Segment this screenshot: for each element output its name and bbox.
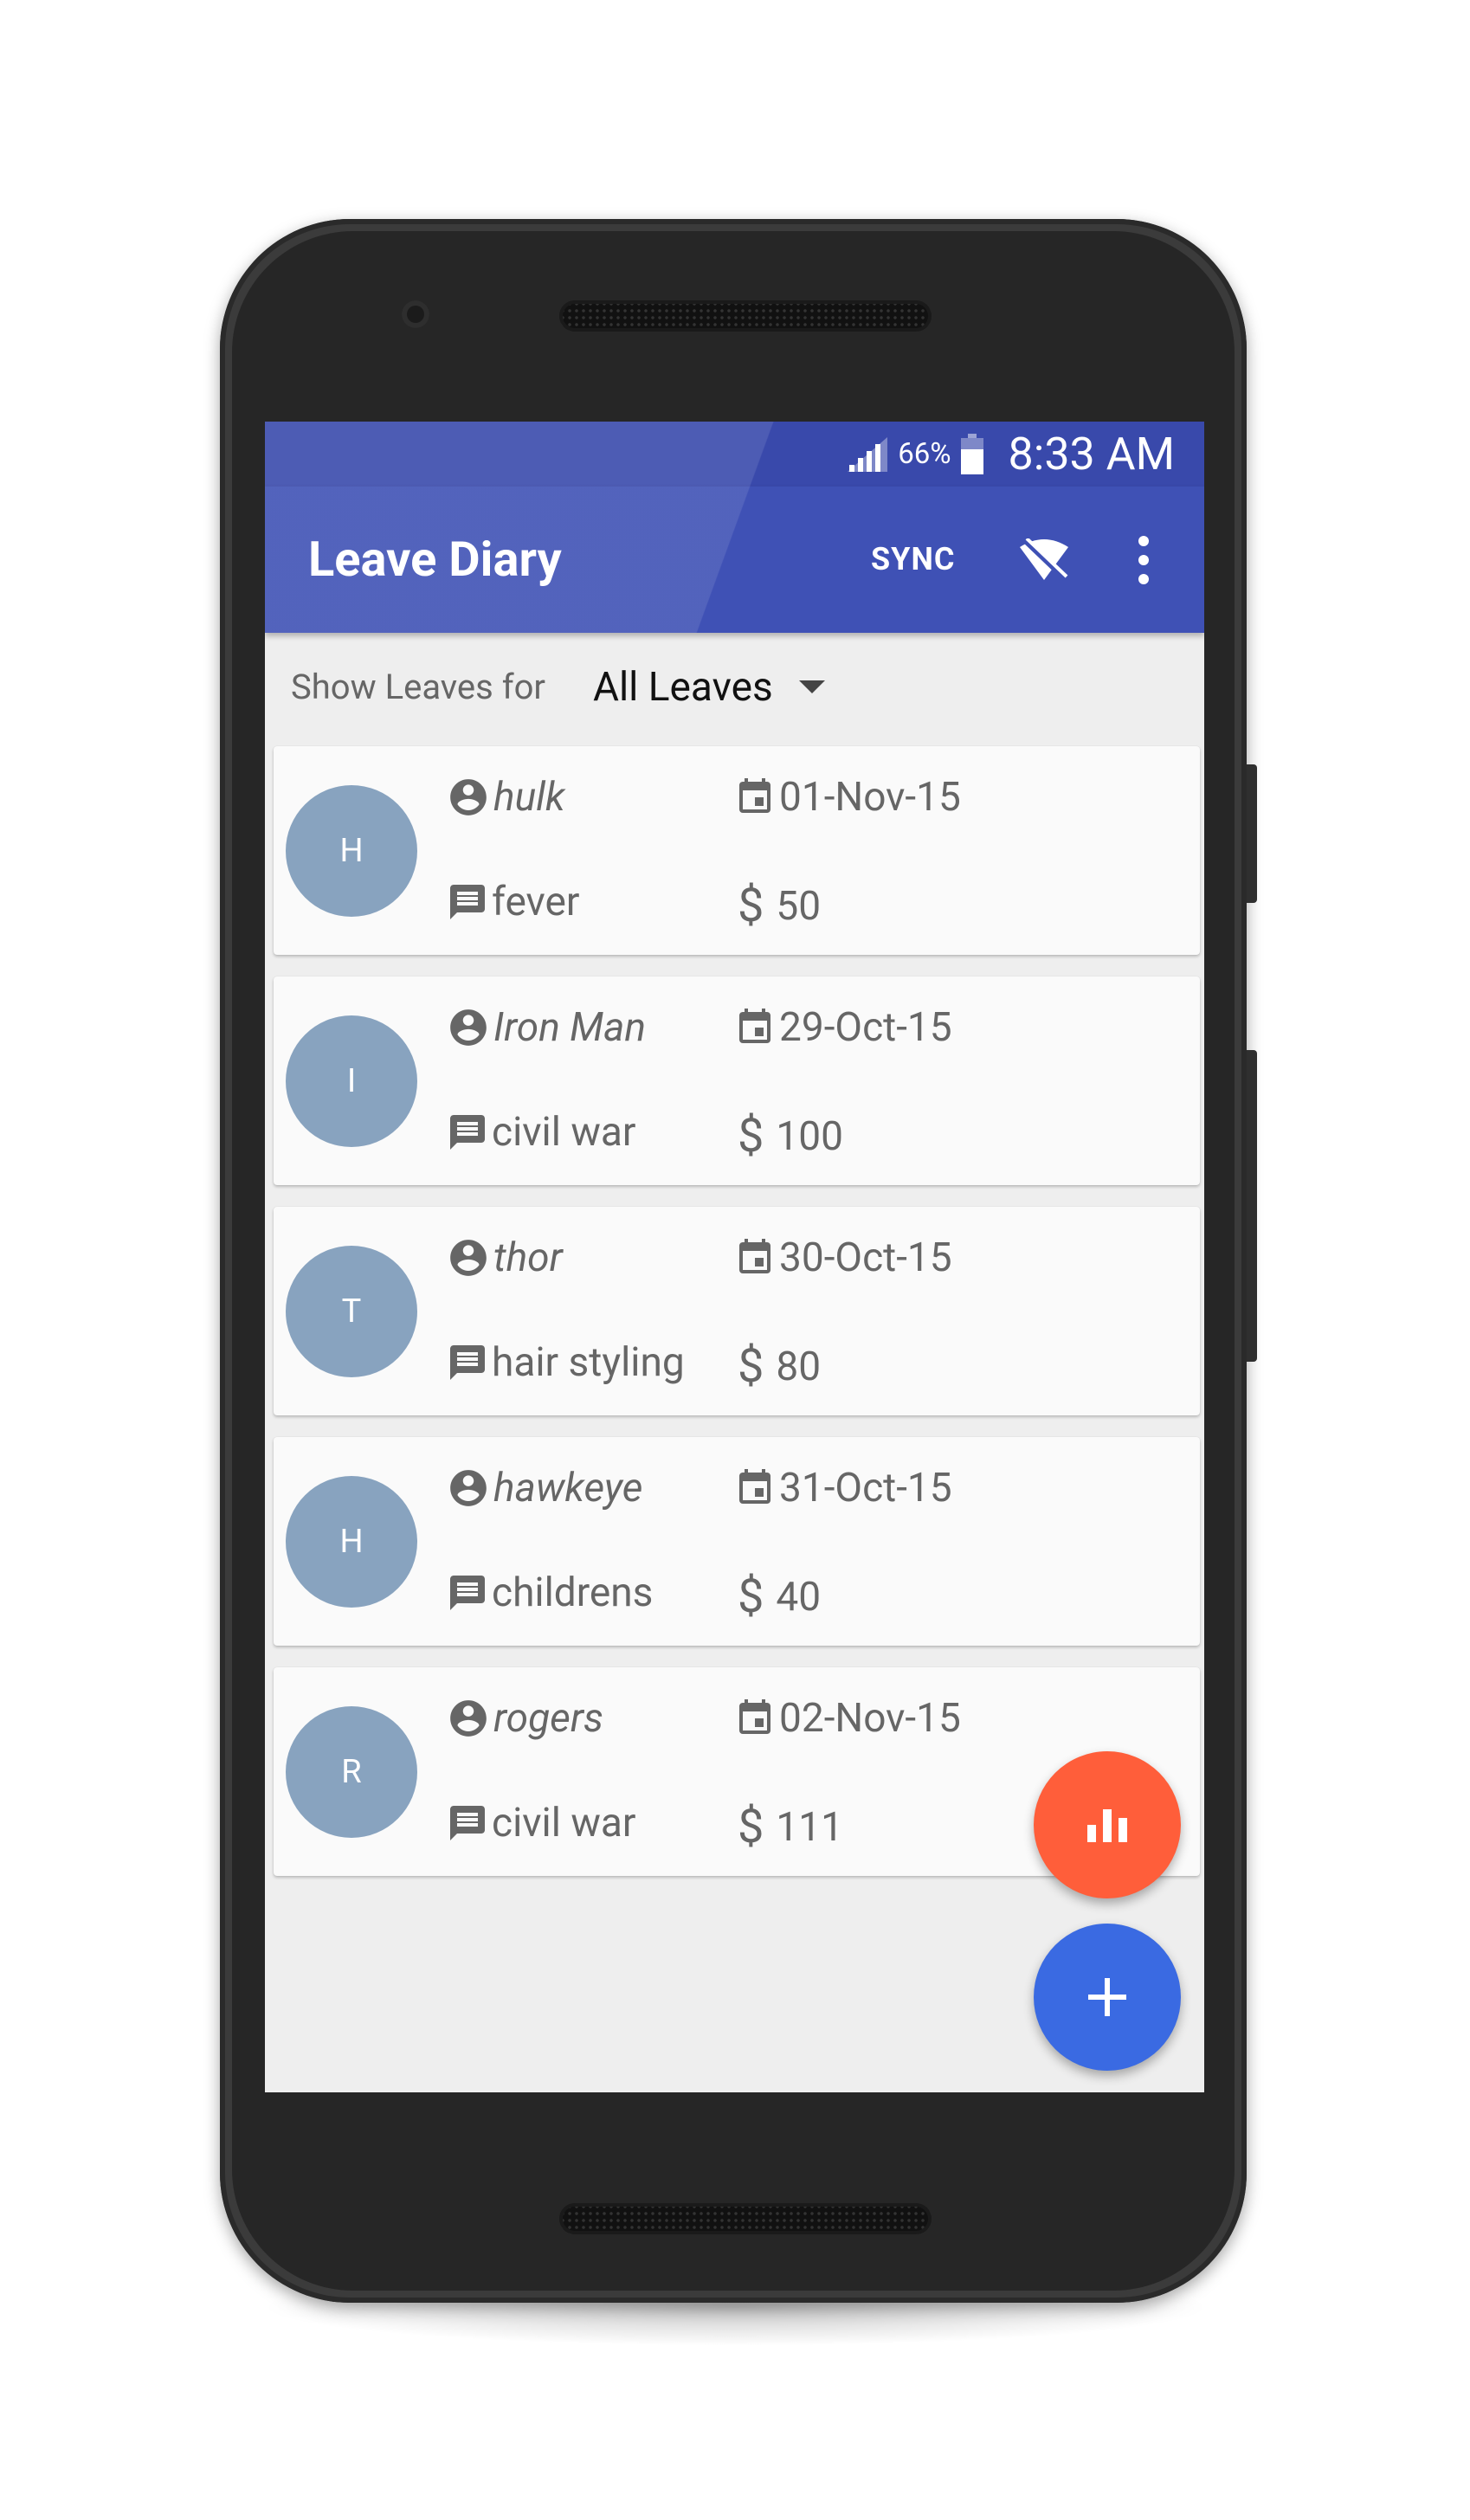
message-icon [450,1345,485,1380]
sync-button[interactable]: SYNC [871,487,955,633]
avatar: I [286,1015,417,1147]
account-circle-icon [450,1009,487,1046]
leave-reason: hair styling [447,1339,685,1386]
employee-name: rogers [493,1695,603,1742]
leave-card[interactable]: Hhawkeye 31-Oct-15 childrens $40 [274,1437,1200,1646]
bottom-speaker-grille [559,2203,932,2234]
volume-rocker [1247,1050,1257,1362]
filter-selected-value: All Leaves [592,663,773,711]
leave-reason-text: civil war [492,1109,636,1156]
employee-name: thor [493,1234,563,1281]
bar-chart-icon [1087,1809,1127,1842]
add-leave-fab[interactable] [1034,1924,1181,2071]
employee-name: hulk [493,774,565,821]
leave-date-text: 31-Oct-15 [779,1465,952,1511]
leave-employee: hulk [447,774,565,821]
leave-amount-text: 80 [776,1343,822,1390]
currency-symbol: $ [738,879,764,933]
battery-percentage: 66% [898,437,951,471]
status-bar: 66% 8:33 AM [265,422,1204,487]
leave-amount: $40 [734,1569,821,1624]
leave-reason: civil war [447,1109,636,1156]
leave-amount-text: 100 [776,1112,843,1160]
message-icon [450,1806,485,1840]
leave-reason-text: civil war [492,1800,636,1846]
calendar-icon [739,1699,770,1734]
leave-reason-text: childrens [492,1569,654,1616]
leave-date: 01-Nov-15 [734,774,961,821]
leave-date: 02-Nov-15 [734,1695,961,1742]
signal-icon [848,436,888,472]
leave-date: 30-Oct-15 [734,1234,952,1281]
leave-card[interactable]: I Iron Man 29-Oct-15 civil war $100 [274,976,1200,1185]
app-title: Leave Diary [308,531,562,588]
leave-date-text: 29-Oct-15 [779,1004,952,1051]
leave-card[interactable]: Hhulk 01-Nov-15 fever $50 [274,746,1200,955]
account-circle-icon [450,779,487,815]
leave-employee: hawkeye [447,1465,642,1511]
plus-icon [1088,1978,1126,2016]
leave-reason-text: fever [492,879,580,925]
front-camera [402,300,429,328]
currency-symbol: $ [738,1109,764,1163]
leave-reason: civil war [447,1800,636,1846]
account-circle-icon [450,1240,487,1276]
leave-date-text: 02-Nov-15 [779,1695,961,1742]
leave-employee: rogers [447,1695,603,1742]
leave-amount-text: 111 [776,1803,843,1851]
message-icon [450,885,485,919]
stats-fab[interactable] [1034,1751,1181,1898]
more-vert-icon[interactable] [1131,534,1157,586]
avatar: R [286,1706,417,1838]
currency-symbol: $ [738,1800,764,1854]
leave-reason-text: hair styling [492,1339,685,1386]
calendar-icon [739,1009,770,1043]
currency-symbol: $ [738,1339,764,1394]
leave-filter-dropdown[interactable]: All Leaves [593,664,825,711]
account-circle-icon [450,1470,487,1506]
dropdown-caret-icon [798,680,825,693]
leave-amount: $111 [734,1800,843,1854]
avatar: T [286,1246,417,1377]
calendar-icon [739,1239,770,1273]
leave-employee: Iron Man [447,1004,646,1051]
leave-amount-text: 40 [776,1573,822,1621]
avatar: H [286,785,417,917]
wifi-off-icon[interactable] [1018,538,1070,582]
leave-date: 29-Oct-15 [734,1004,952,1051]
leave-amount: $100 [734,1109,843,1163]
calendar-icon [739,778,770,813]
employee-name: Iron Man [493,1004,647,1051]
filter-label: Show Leaves for [291,667,545,707]
leave-card[interactable]: Tthor 30-Oct-15 hair styling $80 [274,1207,1200,1415]
leave-amount-text: 50 [776,882,822,930]
currency-symbol: $ [738,1569,764,1624]
leave-date: 31-Oct-15 [734,1465,952,1511]
battery-icon [960,433,983,474]
employee-name: hawkeye [493,1465,643,1511]
leave-date-text: 30-Oct-15 [779,1234,952,1281]
message-icon [450,1115,485,1150]
message-icon [450,1576,485,1610]
leave-amount: $50 [734,879,821,933]
calendar-icon [739,1469,770,1504]
leave-date-text: 01-Nov-15 [779,774,961,821]
filter-bar: Show Leaves for All Leaves [265,633,1204,741]
leave-amount: $80 [734,1339,821,1394]
status-time: 8:33 AM [1008,428,1176,480]
power-button [1247,764,1257,903]
app-screen: 66% 8:33 AM Leave Diary SYNC Show Leaves… [265,422,1204,2092]
top-speaker-grille [559,300,932,332]
leave-reason: fever [447,879,580,925]
leave-reason: childrens [447,1569,653,1616]
avatar: H [286,1476,417,1608]
account-circle-icon [450,1700,487,1737]
leave-employee: thor [447,1234,563,1281]
